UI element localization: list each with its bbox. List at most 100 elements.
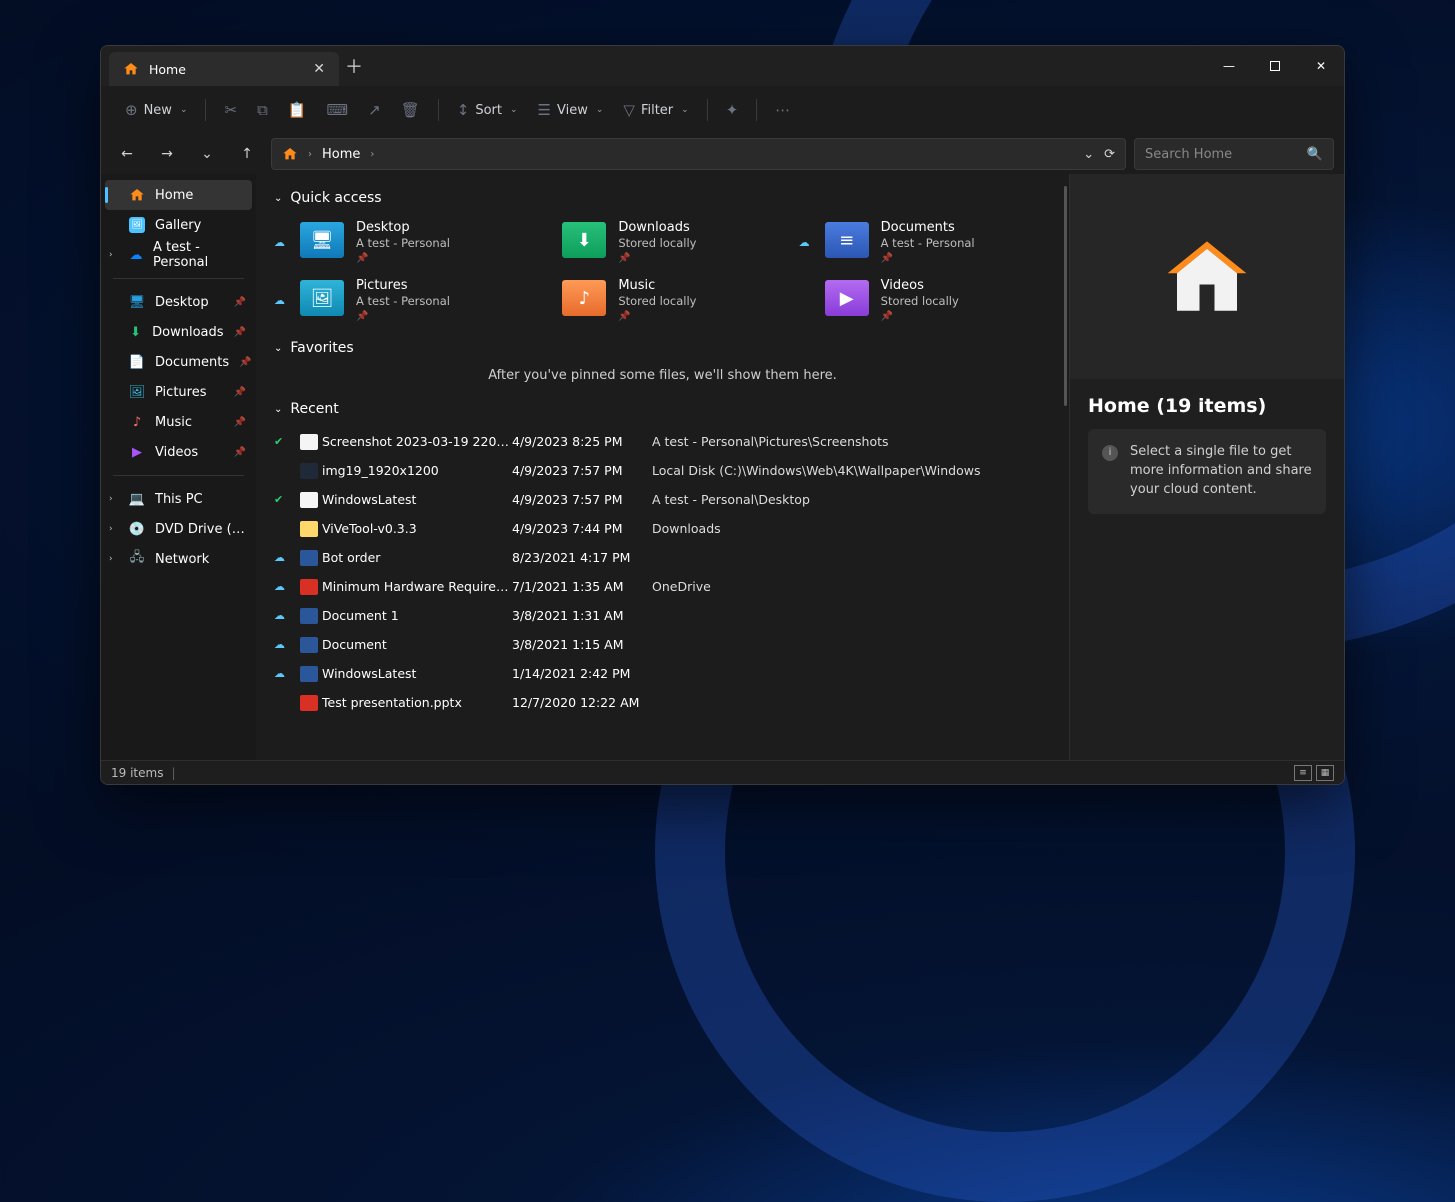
sidebar-item-documents[interactable]: 📄Documents📌	[101, 347, 256, 377]
breadcrumb[interactable]: Home	[322, 147, 360, 162]
quick-access-item[interactable]: ⬇DownloadsStored locally📌	[536, 216, 788, 268]
address-dropdown[interactable]: ⌄	[1083, 147, 1094, 162]
up-button[interactable]: ↑	[231, 138, 263, 170]
folder-name: Music	[618, 278, 696, 293]
section-recent[interactable]: ⌄Recent	[274, 401, 1051, 417]
recent-item[interactable]: ViVeTool-v0.3.34/9/2023 7:44 PMDownloads	[274, 514, 1051, 543]
sidebar-item-videos[interactable]: ▶Videos📌	[101, 437, 256, 467]
sidebar-item-network[interactable]: ›🖧Network	[101, 544, 256, 574]
file-icon	[300, 492, 318, 508]
scissors-icon: ✂	[224, 101, 237, 119]
sidebar-item-downloads[interactable]: ⬇Downloads📌	[101, 317, 256, 347]
file-name: ViVeTool-v0.3.3	[322, 521, 512, 536]
back-button[interactable]: ←	[111, 138, 143, 170]
section-quick-access[interactable]: ⌄Quick access	[274, 190, 1051, 206]
more-button[interactable]: ⋯	[767, 93, 798, 127]
pc-icon: 💻	[129, 491, 145, 507]
recent-item[interactable]: ☁Document 13/8/2021 1:31 AM	[274, 601, 1051, 630]
folder-location: A test - Personal	[356, 236, 450, 250]
recent-item[interactable]: ☁WindowsLatest1/14/2021 2:42 PM	[274, 659, 1051, 688]
quick-access-item[interactable]: ▶VideosStored locally📌	[799, 274, 1051, 326]
pin-icon: 📌	[881, 311, 959, 322]
section-favorites[interactable]: ⌄Favorites	[274, 340, 1051, 356]
new-button[interactable]: ⊕ New⌄	[117, 93, 195, 127]
pin-icon: 📌	[618, 253, 696, 264]
sync-status-icon: ☁	[274, 551, 300, 564]
expand-icon[interactable]: ›	[109, 494, 113, 504]
cut-button[interactable]: ✂	[216, 93, 245, 127]
scrollbar[interactable]	[1064, 186, 1067, 406]
quick-access-item[interactable]: ☁🖼PicturesA test - Personal📌	[274, 274, 526, 326]
refresh-button[interactable]: ⟳	[1104, 147, 1115, 162]
new-tab-button[interactable]: ＋	[339, 53, 369, 79]
sidebar-item-gallery[interactable]: 🖼 Gallery	[101, 210, 256, 240]
minimize-button[interactable]: —	[1206, 46, 1252, 86]
tab-close[interactable]: ✕	[313, 61, 325, 77]
address-bar[interactable]: › Home › ⌄ ⟳	[271, 138, 1126, 170]
delete-button[interactable]: 🗑	[393, 93, 428, 127]
sidebar-item-dvd[interactable]: ›💿DVD Drive (D:) CCC	[101, 514, 256, 544]
pin-icon: 📌	[618, 311, 696, 322]
copy-button[interactable]: ⧉	[249, 93, 276, 127]
sidebar-item-thispc[interactable]: ›💻This PC	[101, 484, 256, 514]
expand-icon[interactable]: ›	[109, 524, 113, 534]
recent-item[interactable]: ☁Minimum Hardware Requirements fo...7/1/…	[274, 572, 1051, 601]
home-icon	[282, 146, 298, 162]
rename-icon: ⌨	[326, 101, 348, 119]
recent-item[interactable]: ☁Document3/8/2021 1:15 AM	[274, 630, 1051, 659]
pin-icon: 📌	[234, 447, 246, 458]
file-name: Screenshot 2023-03-19 220005	[322, 434, 512, 449]
share-button[interactable]: ↗	[360, 93, 389, 127]
tab-home[interactable]: Home ✕	[109, 52, 339, 86]
expand-icon[interactable]: ›	[109, 554, 113, 564]
file-location: OneDrive	[652, 579, 1051, 594]
file-icon	[300, 434, 318, 450]
recent-item[interactable]: ✔Screenshot 2023-03-19 2200054/9/2023 8:…	[274, 427, 1051, 456]
search-icon: 🔍	[1307, 147, 1323, 162]
recent-item[interactable]: ☁Bot order8/23/2021 4:17 PM	[274, 543, 1051, 572]
sync-status-icon: ☁	[274, 609, 300, 622]
file-date: 3/8/2021 1:31 AM	[512, 608, 652, 623]
maximize-button[interactable]	[1252, 46, 1298, 86]
sidebar-item-home[interactable]: Home	[105, 180, 252, 210]
quick-access-item[interactable]: ♪MusicStored locally📌	[536, 274, 788, 326]
folder-icon: ▶	[825, 280, 869, 316]
sidebar-item-desktop[interactable]: 🖥Desktop📌	[101, 287, 256, 317]
network-icon: 🖧	[129, 551, 145, 567]
file-icon	[300, 666, 318, 682]
gallery-icon: 🖼	[129, 217, 145, 233]
filter-button[interactable]: ▽Filter⌄	[615, 93, 696, 127]
content-area: ⌄Quick access ☁🖥DesktopA test - Personal…	[256, 174, 1069, 760]
file-icon	[300, 550, 318, 566]
quick-access-item[interactable]: ☁≡DocumentsA test - Personal📌	[799, 216, 1051, 268]
file-location: Local Disk (C:)\Windows\Web\4K\Wallpaper…	[652, 463, 1051, 478]
close-button[interactable]: ✕	[1298, 46, 1344, 86]
titlebar: Home ✕ ＋ — ✕	[101, 46, 1344, 86]
sort-button[interactable]: ↕Sort⌄	[449, 93, 526, 127]
pin-icon: 📌	[234, 387, 246, 398]
pin-icon: 📌	[239, 357, 251, 368]
sidebar-item-onedrive[interactable]: › ☁ A test - Personal	[101, 240, 256, 270]
folder-icon: 🖼	[300, 280, 344, 316]
details-infobox: i Select a single file to get more infor…	[1088, 429, 1326, 514]
folder-location: Stored locally	[881, 294, 959, 308]
recent-item[interactable]: img19_1920x12004/9/2023 7:57 PMLocal Dis…	[274, 456, 1051, 485]
rename-button[interactable]: ⌨	[318, 93, 356, 127]
recent-item[interactable]: ✔WindowsLatest4/9/2023 7:57 PMA test - P…	[274, 485, 1051, 514]
view-button[interactable]: ☰View⌄	[530, 93, 612, 127]
sidebar-item-music[interactable]: ♪Music📌	[101, 407, 256, 437]
recent-locations-button[interactable]: ⌄	[191, 138, 223, 170]
tiles-view-button[interactable]: ▦	[1316, 765, 1334, 781]
ai-button[interactable]: ✦	[718, 93, 747, 127]
disc-icon: 💿	[129, 521, 145, 537]
search-box[interactable]: Search Home 🔍	[1134, 138, 1334, 170]
home-icon	[123, 61, 139, 77]
recent-item[interactable]: Test presentation.pptx12/7/2020 12:22 AM	[274, 688, 1051, 717]
plus-circle-icon: ⊕	[125, 101, 138, 119]
forward-button[interactable]: →	[151, 138, 183, 170]
details-view-button[interactable]: ≡	[1294, 765, 1312, 781]
paste-button[interactable]: 📋	[280, 93, 315, 127]
quick-access-item[interactable]: ☁🖥DesktopA test - Personal📌	[274, 216, 526, 268]
expand-icon[interactable]: ›	[109, 250, 113, 260]
sidebar-item-pictures[interactable]: 🖼Pictures📌	[101, 377, 256, 407]
